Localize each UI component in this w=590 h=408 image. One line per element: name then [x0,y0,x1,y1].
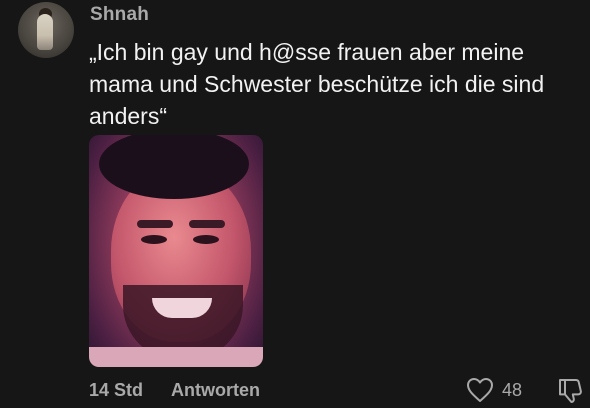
thumbs-down-icon [559,379,582,403]
avatar[interactable] [18,2,74,58]
comment-username[interactable]: Shnah [90,4,149,26]
photo-left-eye [141,235,167,244]
comment-time: 14 Std [89,380,144,400]
dislike-button[interactable] [556,376,584,404]
comment-text: „Ich bin gay und h@sse frauen aber meine… [89,39,545,129]
photo-right-eye [193,235,219,244]
photo-shirt [89,347,263,367]
reply-button[interactable]: Antworten [171,380,260,401]
photo-left-brow [137,220,173,228]
like-button[interactable]: 48 [466,377,522,403]
comment: Shnah „Ich bin gay und h@sse frauen aber… [0,0,590,408]
heart-outline-icon [467,378,493,402]
comment-meta: 14 Std Antworten [89,380,260,401]
like-count: 48 [502,379,523,400]
avatar-figure [37,14,53,50]
photo-right-brow [189,220,225,228]
comment-photo[interactable] [89,135,263,367]
